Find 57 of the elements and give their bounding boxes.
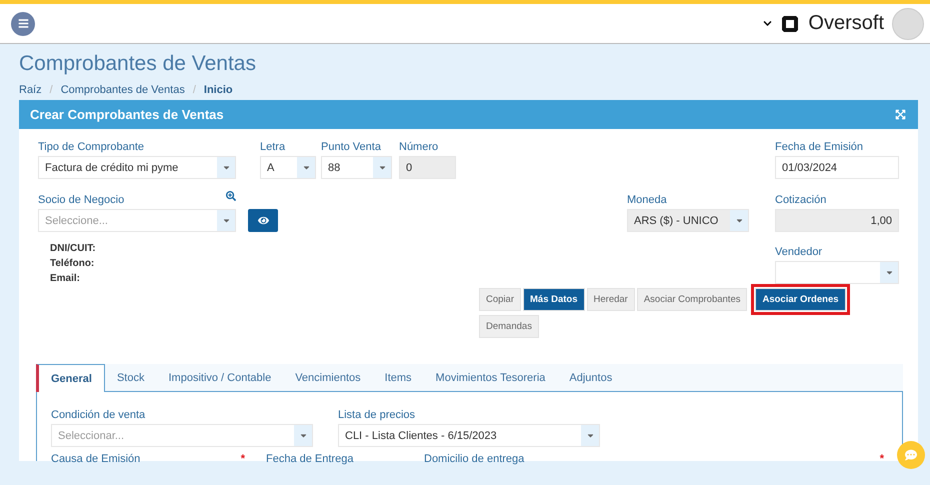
chat-button[interactable]: [897, 441, 925, 469]
date-field[interactable]: 01/03/2024: [775, 156, 899, 179]
field-label: Vendedor: [775, 246, 824, 258]
info-label: Teléfono:: [50, 257, 96, 271]
tab[interactable]: Movimientos Tesoreria: [424, 364, 558, 391]
field-label: Moneda: [627, 194, 668, 206]
field-label: Domicilio de entrega: [424, 453, 524, 465]
field-label: Tipo de Comprobante: [38, 141, 145, 153]
breadcrumb-separator: /: [50, 84, 53, 96]
tab[interactable]: Stock: [104, 364, 156, 391]
select-field[interactable]: CLI - Lista Clientes - 6/15/2023: [338, 424, 600, 447]
select-field[interactable]: 88: [321, 156, 392, 179]
tab[interactable]: Items: [372, 364, 424, 391]
info-label: Email:: [50, 272, 82, 286]
action-button[interactable]: Asociar Ordenes: [755, 288, 846, 311]
zoom-icon[interactable]: [226, 191, 236, 201]
view-button[interactable]: [248, 209, 278, 232]
select-field[interactable]: Factura de crédito mi pyme: [38, 156, 236, 179]
tab[interactable]: Impositivo / Contable: [156, 364, 284, 391]
menu-button[interactable]: [11, 12, 35, 36]
tab[interactable]: General: [36, 364, 105, 392]
breadcrumb-link[interactable]: Comprobantes de Ventas: [60, 84, 185, 96]
eye-icon: [258, 215, 268, 226]
expand-icon[interactable]: [895, 109, 906, 120]
field-label: Cotización: [775, 194, 828, 206]
select-field[interactable]: A: [260, 156, 316, 179]
brand-name: Oversoft: [808, 12, 884, 35]
field-label: Socio de Negocio: [38, 194, 124, 206]
field-label: Causa de Emisión: [51, 453, 140, 465]
panel-title: Crear Comprobantes de Ventas: [30, 107, 224, 122]
tab[interactable]: Adjuntos: [557, 364, 624, 391]
action-button[interactable]: Asociar Comprobantes: [636, 288, 748, 311]
action-button[interactable]: Heredar: [586, 288, 635, 311]
field-label: Condición de venta: [51, 409, 146, 421]
required-mark: *: [880, 453, 884, 467]
info-label: DNI/CUIT:: [50, 242, 96, 256]
breadcrumb-link[interactable]: Raíz: [19, 84, 42, 96]
page-title: Comprobantes de Ventas: [19, 52, 257, 76]
breadcrumb-separator: /: [192, 84, 196, 96]
field-label: Fecha de Entrega: [266, 453, 354, 465]
field-label: Número: [399, 141, 440, 153]
breadcrumb-link[interactable]: Inicio: [204, 84, 233, 96]
chat-icon: [905, 449, 917, 461]
chevron-down-icon: [763, 19, 772, 28]
avatar-placeholder[interactable]: [892, 8, 924, 40]
select-field[interactable]: [775, 261, 899, 284]
field-label: Lista de precios: [338, 409, 416, 421]
field-label: Letra: [260, 141, 286, 153]
action-button[interactable]: Copiar: [479, 288, 521, 311]
action-button[interactable]: Demandas: [479, 315, 539, 338]
field-label: Punto Venta: [321, 141, 382, 153]
menu-icon: [18, 18, 28, 29]
action-button[interactable]: Más Datos: [523, 288, 585, 311]
tab[interactable]: Vencimientos: [283, 364, 373, 391]
required-mark: *: [240, 453, 245, 467]
logo-icon: [780, 14, 800, 34]
field-label: Fecha de Emisión: [775, 141, 864, 153]
